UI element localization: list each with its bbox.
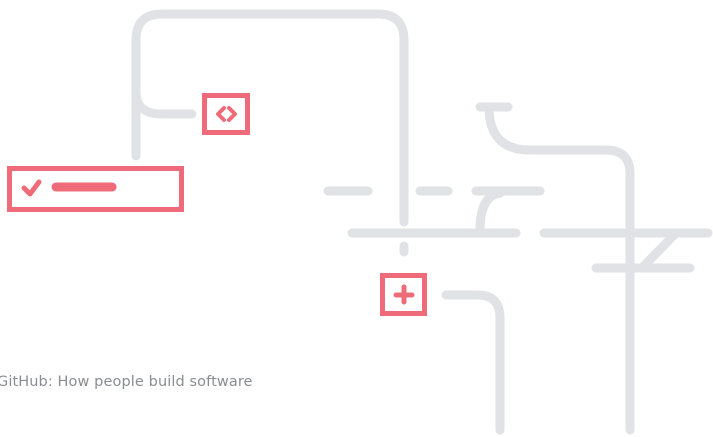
- circuit-lines: [51, 9, 713, 435]
- code-connector-line: [131, 87, 197, 119]
- diagonal-line: [637, 228, 681, 273]
- tagline-text: GitHub: How people build software: [0, 374, 253, 390]
- merge-curve-line: [475, 188, 505, 235]
- accent-elements: [7, 93, 427, 316]
- plus-connector-line: [441, 290, 505, 435]
- illustration-canvas: GitHub: How people build software: [0, 0, 713, 437]
- code-icon-box: [202, 93, 250, 135]
